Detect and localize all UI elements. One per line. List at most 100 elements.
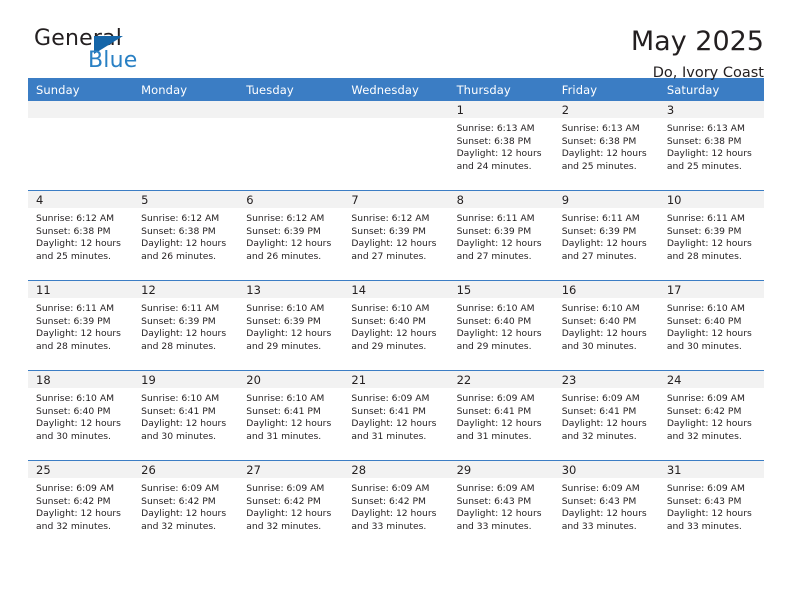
day-cell[interactable]: 27 Sunrise: 6:09 AM Sunset: 6:42 PM Dayligh… [238, 461, 344, 550]
day-details: Sunrise: 6:12 AM Sunset: 6:39 PM Daylight:… [238, 208, 343, 263]
day-sunset-line: Sunset: 6:40 PM [351, 315, 426, 327]
day-details: Sunrise: 6:10 AM Sunset: 6:40 PM Daylight:… [449, 298, 554, 353]
day-cell[interactable]: 2 Sunrise: 6:13 AM Sunset: 6:38 PM Daylight… [553, 101, 659, 190]
day-sunrise-line: Sunrise: 6:12 AM [36, 213, 115, 224]
day-cell[interactable]: 24 Sunrise: 6:09 AM Sunset: 6:42 PM Dayligh… [658, 371, 764, 460]
day-number: 5 [133, 191, 239, 208]
day-cell[interactable]: 20 Sunrise: 6:10 AM Sunset: 6:41 PM Dayligh… [238, 371, 344, 460]
day-details: Sunrise: 6:12 AM Sunset: 6:38 PM Daylight:… [133, 208, 238, 263]
day-sunrise-line: Sunrise: 6:11 AM [141, 303, 220, 314]
day-sunrise-line: Sunrise: 6:10 AM [561, 303, 640, 314]
day-daylight2-line: and 28 minutes. [36, 340, 111, 352]
day-number: 27 [238, 461, 344, 478]
day-cell[interactable]: 26 Sunrise: 6:09 AM Sunset: 6:42 PM Dayligh… [133, 461, 239, 550]
day-details: Sunrise: 6:10 AM Sunset: 6:40 PM Daylight:… [343, 298, 448, 353]
day-sunset-line: Sunset: 6:38 PM [456, 135, 532, 147]
day-cell[interactable]: 5 Sunrise: 6:12 AM Sunset: 6:38 PM Daylight… [133, 191, 239, 280]
day-number: 21 [343, 371, 449, 388]
day-daylight1-line: Daylight: 12 hours [36, 508, 121, 520]
day-sunrise-line: Sunrise: 6:10 AM [351, 303, 430, 314]
day-daylight2-line: and 25 minutes. [561, 160, 637, 172]
day-details: Sunrise: 6:11 AM Sunset: 6:39 PM Daylight:… [659, 208, 764, 263]
day-sunrise-line: Sunrise: 6:10 AM [666, 303, 745, 314]
day-cell[interactable]: 28 Sunrise: 6:09 AM Sunset: 6:42 PM Dayligh… [343, 461, 449, 550]
day-daylight2-line: and 32 minutes. [246, 520, 322, 532]
page-header: General Blue May 2025 Do, Ivory Coast [28, 0, 764, 81]
general-blue-logo[interactable]: General Blue [28, 26, 178, 78]
day-sunrise-line: Sunrise: 6:09 AM [666, 483, 745, 494]
day-details: Sunrise: 6:10 AM Sunset: 6:41 PM Daylight:… [133, 388, 238, 443]
day-daylight2-line: and 27 minutes. [456, 250, 532, 262]
day-cell[interactable]: 29 Sunrise: 6:09 AM Sunset: 6:43 PM Dayligh… [448, 461, 554, 550]
day-daylight2-line: and 29 minutes. [246, 340, 322, 352]
day-number: 24 [658, 371, 764, 388]
day-daylight1-line: Daylight: 12 hours [141, 238, 227, 250]
day-sunrise-line: Sunrise: 6:11 AM [456, 213, 535, 224]
day-sunset-line: Sunset: 6:39 PM [141, 315, 216, 327]
day-details: Sunrise: 6:12 AM Sunset: 6:39 PM Daylight:… [343, 208, 448, 263]
day-cell[interactable]: 19 Sunrise: 6:10 AM Sunset: 6:41 PM Dayligh… [133, 371, 239, 460]
day-cell[interactable]: 30 Sunrise: 6:09 AM Sunset: 6:43 PM Dayligh… [553, 461, 659, 550]
title-block: May 2025 Do, Ivory Coast [631, 26, 764, 81]
day-cell[interactable]: 18 Sunrise: 6:10 AM Sunset: 6:40 PM Dayligh… [28, 371, 134, 460]
logo-text-blue: Blue [88, 48, 138, 73]
day-number: 12 [133, 281, 239, 298]
day-cell[interactable]: 31 Sunrise: 6:09 AM Sunset: 6:43 PM Dayligh… [658, 461, 764, 550]
day-cell[interactable]: 7 Sunrise: 6:12 AM Sunset: 6:39 PM Daylight… [343, 191, 449, 280]
day-cell[interactable]: 21 Sunrise: 6:09 AM Sunset: 6:41 PM Dayligh… [343, 371, 449, 460]
weekday-header-sunday: Sunday [36, 83, 80, 97]
day-cell[interactable]: 11 Sunrise: 6:11 AM Sunset: 6:39 PM Dayligh… [28, 281, 134, 370]
day-details: Sunrise: 6:09 AM Sunset: 6:43 PM Daylight:… [659, 478, 764, 533]
day-sunrise-line: Sunrise: 6:09 AM [666, 393, 745, 404]
day-sunset-line: Sunset: 6:43 PM [456, 495, 532, 507]
day-number: 15 [448, 281, 554, 298]
day-number: 23 [553, 371, 659, 388]
day-number: 2 [553, 101, 659, 118]
day-details: Sunrise: 6:13 AM Sunset: 6:38 PM Daylight:… [659, 118, 764, 173]
day-daylight1-line: Daylight: 12 hours [36, 418, 121, 430]
day-cell-empty [133, 101, 239, 190]
day-details: Sunrise: 6:10 AM Sunset: 6:40 PM Daylight:… [554, 298, 659, 353]
day-cell-empty [238, 101, 344, 190]
day-daylight1-line: Daylight: 12 hours [141, 328, 227, 340]
day-cell[interactable]: 12 Sunrise: 6:11 AM Sunset: 6:39 PM Dayligh… [133, 281, 239, 370]
calendar-page: General Blue May 2025 Do, Ivory Coast Su… [0, 0, 792, 612]
day-cell[interactable]: 16 Sunrise: 6:10 AM Sunset: 6:40 PM Dayligh… [553, 281, 659, 370]
day-sunrise-line: Sunrise: 6:13 AM [666, 123, 745, 134]
day-cell[interactable]: 9 Sunrise: 6:11 AM Sunset: 6:39 PM Daylight… [553, 191, 659, 280]
day-cell[interactable]: 17 Sunrise: 6:10 AM Sunset: 6:40 PM Dayligh… [658, 281, 764, 370]
day-cell[interactable]: 25 Sunrise: 6:09 AM Sunset: 6:42 PM Dayligh… [28, 461, 134, 550]
day-cell[interactable]: 6 Sunrise: 6:12 AM Sunset: 6:39 PM Daylight… [238, 191, 344, 280]
day-daylight1-line: Daylight: 12 hours [666, 238, 752, 250]
day-sunset-line: Sunset: 6:40 PM [561, 315, 637, 327]
day-cell[interactable]: 23 Sunrise: 6:09 AM Sunset: 6:41 PM Dayligh… [553, 371, 659, 460]
day-sunrise-line: Sunrise: 6:09 AM [561, 483, 640, 494]
day-cell[interactable]: 3 Sunrise: 6:13 AM Sunset: 6:38 PM Daylight… [658, 101, 764, 190]
day-number: 26 [133, 461, 239, 478]
day-cell[interactable]: 22 Sunrise: 6:09 AM Sunset: 6:41 PM Dayligh… [448, 371, 554, 460]
day-number: 16 [553, 281, 659, 298]
day-details: Sunrise: 6:10 AM Sunset: 6:39 PM Daylight:… [238, 298, 343, 353]
day-cell[interactable]: 13 Sunrise: 6:10 AM Sunset: 6:39 PM Dayligh… [238, 281, 344, 370]
day-cell[interactable]: 4 Sunrise: 6:12 AM Sunset: 6:38 PM Daylight… [28, 191, 134, 280]
day-sunrise-line: Sunrise: 6:09 AM [456, 483, 535, 494]
day-daylight2-line: and 28 minutes. [141, 340, 217, 352]
day-sunset-line: Sunset: 6:41 PM [141, 405, 216, 417]
day-daylight1-line: Daylight: 12 hours [36, 328, 121, 340]
day-cell[interactable]: 1 Sunrise: 6:13 AM Sunset: 6:38 PM Daylight… [448, 101, 554, 190]
day-sunset-line: Sunset: 6:39 PM [561, 225, 637, 237]
day-daylight2-line: and 30 minutes. [36, 430, 111, 442]
day-cell[interactable]: 14 Sunrise: 6:10 AM Sunset: 6:40 PM Dayligh… [343, 281, 449, 370]
day-daylight1-line: Daylight: 12 hours [561, 238, 647, 250]
day-sunrise-line: Sunrise: 6:13 AM [456, 123, 535, 134]
day-sunset-line: Sunset: 6:39 PM [456, 225, 532, 237]
day-daylight1-line: Daylight: 12 hours [666, 148, 752, 160]
day-daylight1-line: Daylight: 12 hours [561, 148, 647, 160]
day-cell[interactable]: 10 Sunrise: 6:11 AM Sunset: 6:39 PM Dayligh… [658, 191, 764, 280]
day-cell[interactable]: 8 Sunrise: 6:11 AM Sunset: 6:39 PM Daylight… [448, 191, 554, 280]
day-sunset-line: Sunset: 6:39 PM [666, 225, 742, 237]
day-cell[interactable]: 15 Sunrise: 6:10 AM Sunset: 6:40 PM Dayligh… [448, 281, 554, 370]
day-details: Sunrise: 6:09 AM Sunset: 6:42 PM Daylight:… [133, 478, 238, 533]
day-sunset-line: Sunset: 6:42 PM [351, 495, 426, 507]
day-daylight2-line: and 33 minutes. [561, 520, 637, 532]
